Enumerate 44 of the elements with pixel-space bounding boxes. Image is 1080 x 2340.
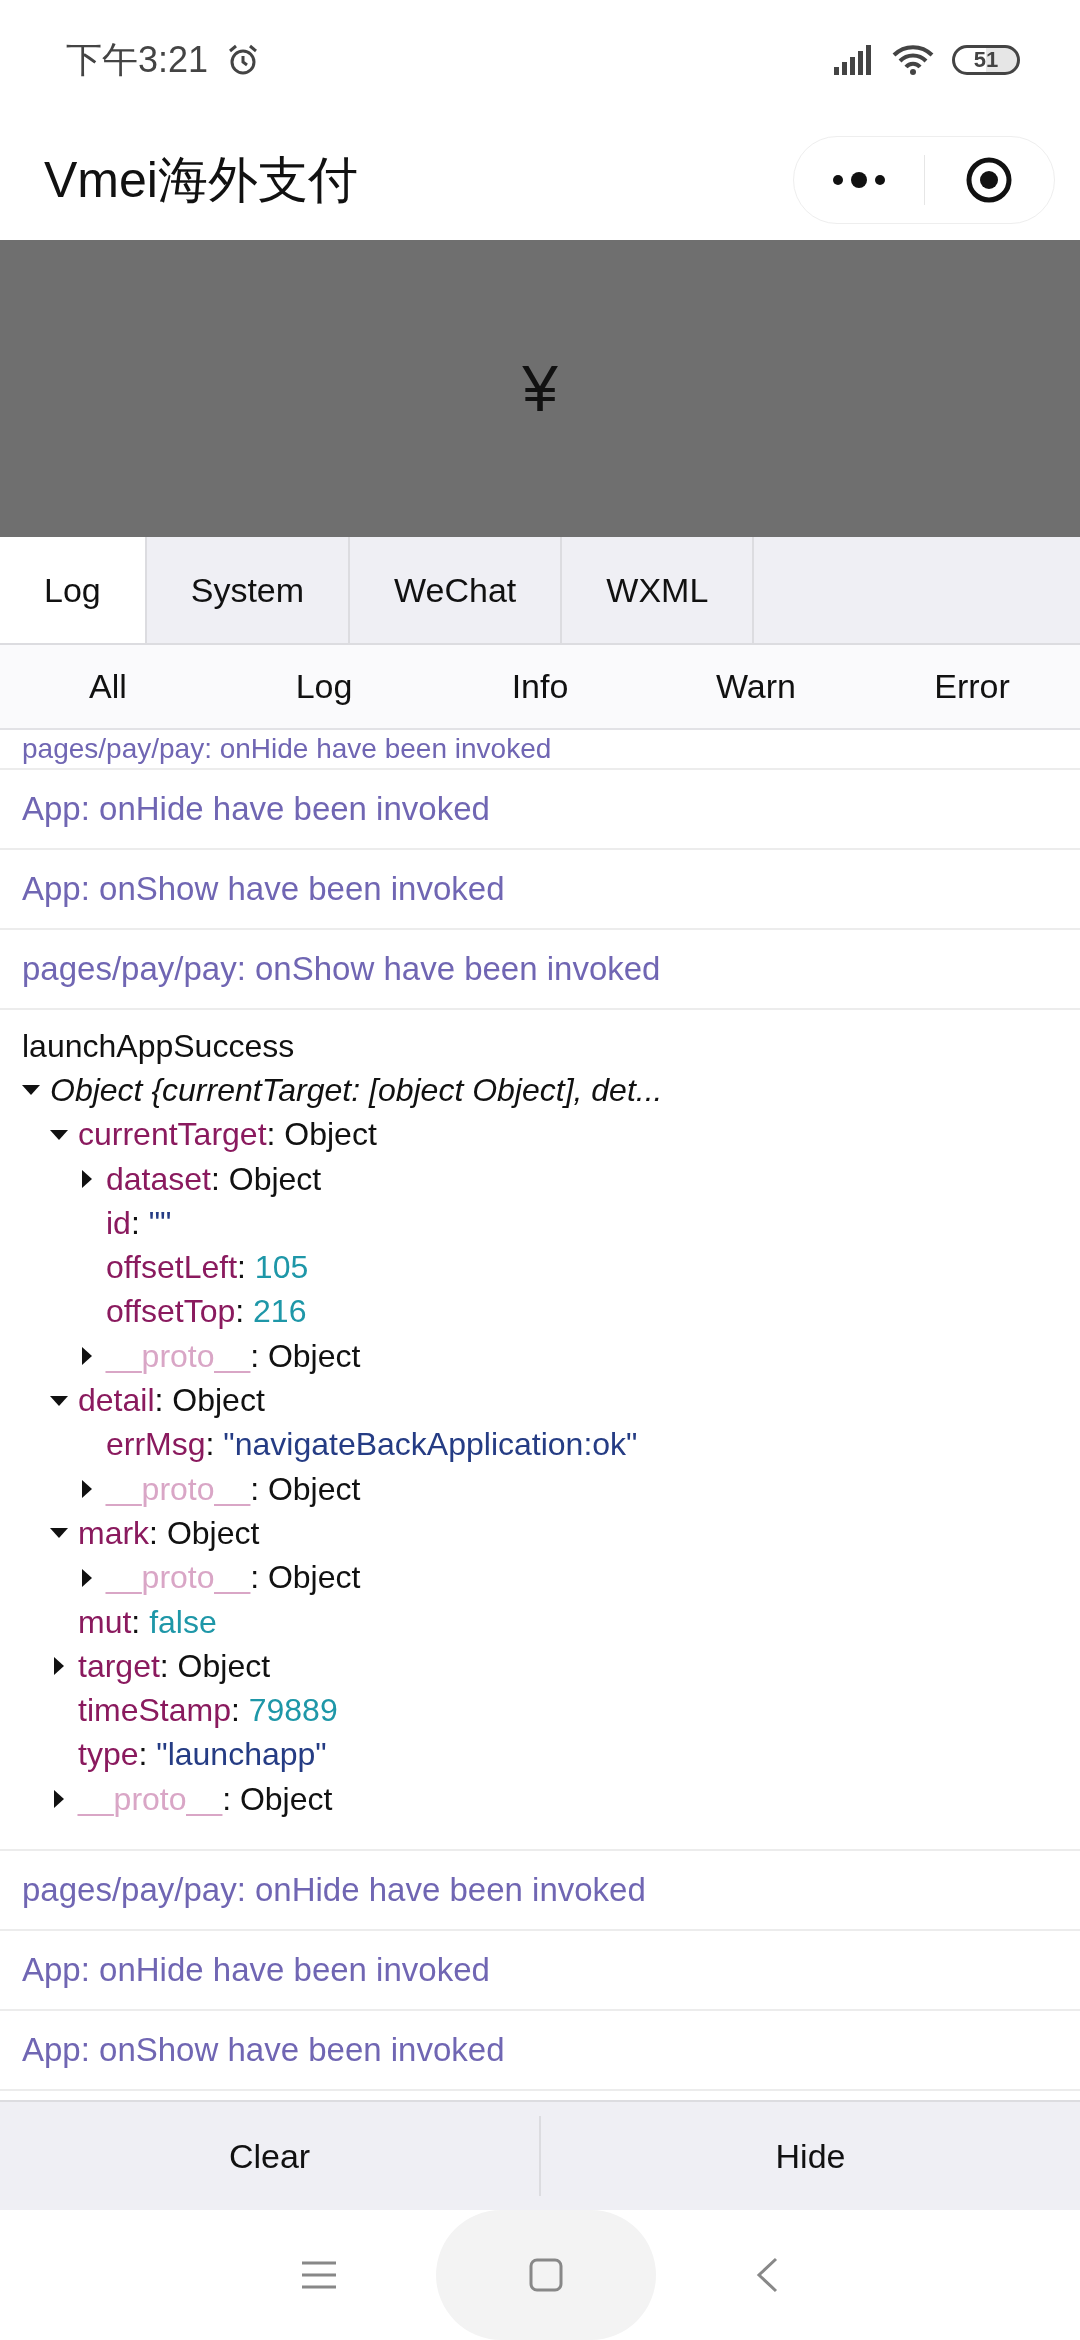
tab[interactable]: Log (0, 537, 147, 643)
log-message: App: onHide have been invoked (0, 770, 1080, 850)
filter-button[interactable]: Error (864, 645, 1080, 728)
property-line: __proto__: Object (78, 1780, 333, 1818)
log-message: pages/pay/pay: onHide have been invoked (0, 1851, 1080, 1932)
property-line: target: Object (78, 1647, 271, 1685)
property-line: offsetTop: 216 (106, 1293, 307, 1331)
target-icon (965, 156, 1014, 204)
log-message: pages/pay/pay: onHide have been invoked (0, 730, 1080, 770)
property-line: __proto__: Object (106, 1470, 361, 1508)
property-line: detail: Object (78, 1382, 265, 1419)
log-message: App: onShow have been invoked (0, 850, 1080, 930)
property-line: currentTarget: Object (78, 1116, 377, 1154)
clear-button[interactable]: Clear (0, 2102, 539, 2210)
square-icon (529, 2258, 563, 2292)
hide-button[interactable]: Hide (541, 2102, 1080, 2210)
menu-icon[interactable] (302, 2261, 336, 2289)
signal-icon (834, 45, 874, 75)
battery-icon: 51 (952, 45, 1020, 75)
log-message: pages/pay/pay: onShow have been invoked (0, 930, 1080, 1010)
filter-button[interactable]: Warn (648, 645, 864, 728)
property-line: __proto__: Object (106, 1337, 361, 1375)
property-line: mark: Object (78, 1514, 260, 1552)
filter-button[interactable]: Info (432, 645, 648, 728)
object-summary: Object {currentTarget: [object Object], det... (50, 1071, 663, 1109)
property-line: type: "launchapp" (78, 1736, 327, 1774)
property-line: __proto__: Object (106, 1559, 361, 1597)
property-line: dataset: Object (106, 1160, 322, 1198)
property-line: timeStamp: 79889 (78, 1692, 338, 1730)
log-title: launchAppSuccess (22, 1027, 295, 1065)
currency-symbol: ¥ (522, 351, 558, 426)
property-line: id: "" (106, 1204, 172, 1242)
filter-button[interactable]: All (0, 645, 216, 728)
property-line: offsetLeft: 105 (106, 1249, 309, 1287)
wifi-icon (892, 44, 934, 76)
log-message: App: onHide have been invoked (0, 1931, 1080, 2012)
filter-button[interactable]: Log (216, 645, 432, 728)
log-message: App: onShow have been invoked (0, 2011, 1080, 2092)
property-line: errMsg: "navigateBackApplication:ok" (106, 1426, 638, 1464)
status-time: 下午3:21 (66, 37, 209, 82)
more-icon (831, 172, 886, 188)
back-icon[interactable] (756, 2257, 778, 2293)
property-line: mut: false (78, 1603, 217, 1641)
page-title: Vmei海外支付 (44, 150, 358, 210)
